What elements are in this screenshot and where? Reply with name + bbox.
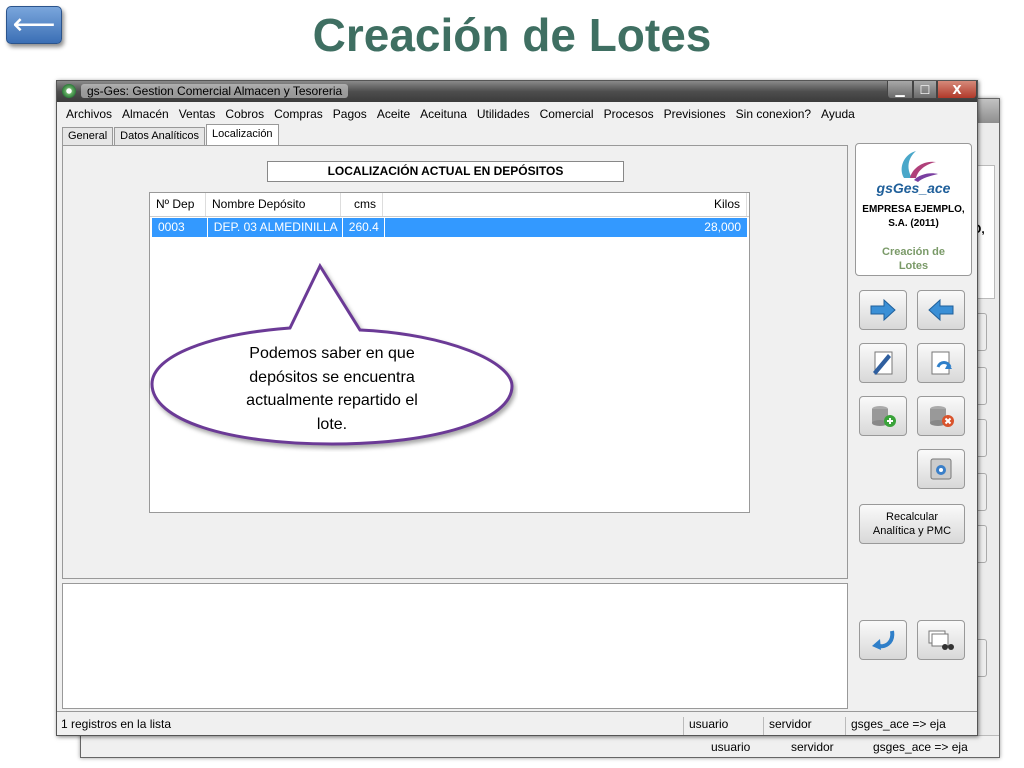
- tab-datos-analiticos[interactable]: Datos Analíticos: [114, 127, 206, 145]
- cell-kilos: 28,000: [704, 220, 741, 234]
- menu-procesos[interactable]: Procesos: [599, 107, 659, 121]
- recalcular-label-1: Recalcular: [886, 511, 938, 523]
- menu-aceite[interactable]: Aceite: [372, 107, 415, 121]
- background-statusbar: usuario servidor gsges_ace => eja: [81, 735, 999, 757]
- section-title: LOCALIZACIÓN ACTUAL EN DEPÓSITOS: [267, 161, 624, 182]
- module-line-2: Lotes: [898, 260, 929, 272]
- callout-text: Podemos saber en que depósitos se encuen…: [246, 345, 418, 433]
- undo-button[interactable]: [917, 343, 965, 383]
- slide-title: Creación de Lotes: [312, 9, 712, 61]
- search-records-icon: [928, 630, 954, 650]
- search-records-button[interactable]: [917, 620, 965, 660]
- menu-ventas[interactable]: Ventas: [174, 107, 221, 121]
- edit-document-icon: [873, 351, 893, 375]
- status-separator: [683, 717, 684, 735]
- menu-almacen[interactable]: Almacén: [117, 107, 174, 121]
- company-line-2: S.A. (2011): [888, 218, 939, 229]
- status-server: servidor: [769, 717, 812, 731]
- menu-aceituna[interactable]: Aceituna: [415, 107, 472, 121]
- company-name: EMPRESA EJEMPLO, S.A. (2011): [856, 203, 971, 231]
- menu-ayuda[interactable]: Ayuda: [816, 107, 860, 121]
- edit-button[interactable]: [859, 343, 907, 383]
- table-header: Nº Dep Nombre Depósito cms Kilos: [150, 193, 749, 217]
- cell-cms: 260.4: [343, 218, 385, 237]
- add-record-button[interactable]: [859, 396, 907, 436]
- maximize-button[interactable]: ☐: [913, 81, 937, 99]
- database-add-icon: [872, 406, 896, 427]
- status-records: 1 registros en la lista: [61, 717, 172, 731]
- database-delete-icon: [930, 406, 954, 427]
- menu-previsiones[interactable]: Previsiones: [659, 107, 731, 121]
- minimize-icon: ▁: [895, 82, 905, 97]
- app-icon: [62, 84, 76, 98]
- menu-comercial[interactable]: Comercial: [535, 107, 599, 121]
- undo-document-icon: [931, 351, 952, 375]
- background-status-server: servidor: [791, 740, 834, 754]
- table-row[interactable]: 0003 DEP. 03 ALMEDINILLA 260.4 28,000: [152, 218, 747, 237]
- previous-button[interactable]: [917, 290, 965, 330]
- column-header-kilos[interactable]: Kilos: [383, 193, 747, 216]
- status-separator: [845, 717, 846, 735]
- tab-bar: General Datos Analíticos Localización: [62, 124, 280, 145]
- menu-archivos[interactable]: Archivos: [61, 107, 117, 121]
- status-db: gsges_ace => eja: [851, 717, 946, 731]
- tab-general[interactable]: General: [62, 127, 114, 145]
- return-button[interactable]: [859, 620, 907, 660]
- module-name: Creación de Lotes: [856, 245, 971, 273]
- menu-pagos[interactable]: Pagos: [328, 107, 372, 121]
- column-header-num-dep[interactable]: Nº Dep: [150, 193, 206, 216]
- cell-nombre: DEP. 03 ALMEDINILLA: [208, 218, 343, 237]
- status-user: usuario: [689, 717, 729, 731]
- tab-localizacion[interactable]: Localización: [206, 124, 279, 145]
- maximize-icon: ☐: [919, 82, 931, 97]
- background-status-user: usuario: [711, 740, 751, 754]
- menu-sin-conexion[interactable]: Sin conexion?: [731, 107, 816, 121]
- arrow-right-icon: [870, 298, 896, 322]
- logo-name: gsGes_ace: [876, 180, 951, 196]
- background-status-db: gsges_ace => eja: [873, 740, 968, 754]
- close-button[interactable]: X: [937, 81, 977, 99]
- menu-cobros[interactable]: Cobros: [220, 107, 269, 121]
- column-header-nombre[interactable]: Nombre Depósito: [206, 193, 341, 216]
- menu-utilidades[interactable]: Utilidades: [472, 107, 535, 121]
- detail-panel: [62, 583, 848, 709]
- close-icon: X: [952, 82, 962, 97]
- titlebar[interactable]: gs-Ges: Gestion Comercial Almacen y Teso…: [57, 81, 977, 102]
- menubar: Archivos Almacén Ventas Cobros Compras P…: [61, 103, 973, 125]
- company-line-1: EMPRESA EJEMPLO,: [862, 204, 965, 215]
- window-title: gs-Ges: Gestion Comercial Almacen y Teso…: [81, 84, 349, 98]
- logo-panel: gsGes_ace EMPRESA EJEMPLO, S.A. (2011) C…: [855, 143, 972, 276]
- arrow-left-icon: [928, 298, 954, 322]
- status-separator: [763, 717, 764, 735]
- minimize-button[interactable]: ▁: [887, 81, 913, 99]
- module-line-1: Creación de: [882, 246, 945, 258]
- delete-record-button[interactable]: [917, 396, 965, 436]
- next-button[interactable]: [859, 290, 907, 330]
- recalcular-button[interactable]: Recalcular Analítica y PMC: [859, 504, 965, 544]
- cell-num-dep: 0003: [152, 218, 208, 237]
- disk-icon: [930, 458, 952, 480]
- save-button[interactable]: [917, 449, 965, 489]
- column-header-cms[interactable]: cms: [341, 193, 383, 216]
- statusbar: 1 registros en la lista usuario servidor…: [57, 711, 977, 735]
- recalcular-label-2: Analítica y PMC: [872, 525, 952, 537]
- menu-compras[interactable]: Compras: [269, 107, 328, 121]
- gsges-logo-icon: [901, 151, 938, 182]
- return-arrow-icon: [872, 630, 895, 650]
